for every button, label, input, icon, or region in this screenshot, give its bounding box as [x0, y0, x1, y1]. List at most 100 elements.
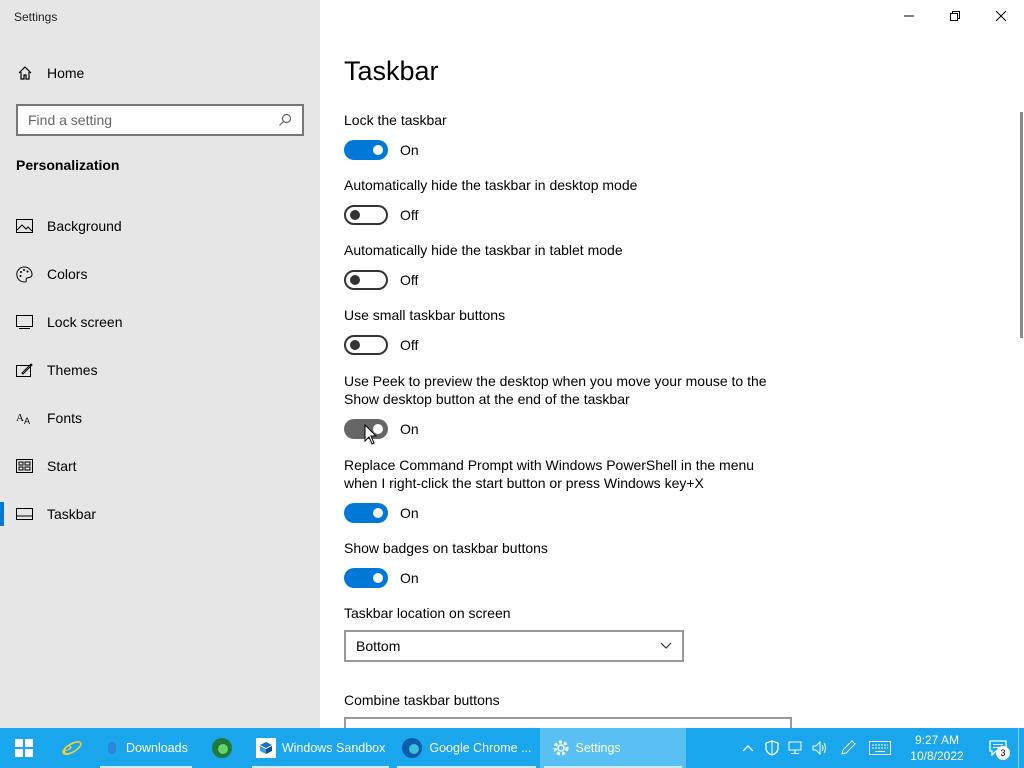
toggle-knob	[350, 340, 360, 350]
taskbar-app-label: Windows Sandbox	[281, 741, 386, 755]
folder-icon	[108, 742, 116, 754]
minimize-button[interactable]	[886, 0, 932, 32]
network-tray-button[interactable]	[784, 728, 808, 768]
taskbar: e Downloads Windows Sandbox Google Chrom…	[0, 728, 1024, 768]
setting-label: Automatically hide the taskbar in tablet…	[344, 242, 623, 258]
sidebar-item-label: Start	[47, 458, 77, 474]
setting-small-buttons: Use small taskbar buttons Off	[344, 306, 804, 355]
sidebar-item-label: Taskbar	[47, 506, 97, 522]
setting-autohide-tablet: Automatically hide the taskbar in tablet…	[344, 241, 804, 290]
badges-toggle[interactable]	[344, 568, 388, 588]
windows-logo-icon	[15, 739, 33, 757]
shield-icon	[765, 740, 779, 756]
setting-label: Lock the taskbar	[344, 112, 447, 128]
toggle-knob	[373, 145, 383, 155]
small-buttons-toggle[interactable]	[344, 335, 388, 355]
sidebar-nav: Background Colors Lock screen Themes AA …	[0, 202, 320, 538]
taskbar-icon	[16, 508, 33, 520]
setting-peek: Use Peek to preview the desktop when you…	[344, 372, 784, 439]
autohide-tablet-toggle[interactable]	[344, 270, 388, 290]
sidebar-item-start[interactable]: Start	[0, 442, 320, 490]
lock-taskbar-toggle[interactable]	[344, 140, 388, 160]
setting-lock-taskbar: Lock the taskbar On	[344, 111, 804, 160]
window-caption-buttons	[886, 0, 1024, 32]
sidebar-item-label: Colors	[47, 266, 88, 282]
scrollbar-thumb[interactable]	[1020, 112, 1023, 338]
powershell-toggle[interactable]	[344, 503, 388, 523]
pen-tray-button[interactable]	[832, 728, 864, 768]
taskbar-app-windows-sandbox[interactable]: Windows Sandbox	[248, 728, 394, 768]
action-center-button[interactable]: 3	[978, 728, 1018, 768]
sidebar-item-label: Lock screen	[47, 314, 123, 330]
restore-icon	[950, 11, 960, 21]
sidebar-item-label: Background	[47, 218, 122, 234]
minimize-icon	[904, 15, 914, 17]
themes-icon	[16, 362, 33, 377]
background-icon	[16, 219, 33, 233]
start-button[interactable]	[0, 728, 48, 768]
home-label: Home	[47, 65, 85, 81]
internet-explorer-icon: e	[62, 738, 82, 759]
setting-label: Combine taskbar buttons	[344, 692, 500, 708]
taskbar-app-label: Google Chrome ...	[429, 741, 532, 755]
svg-text:A: A	[24, 416, 30, 425]
palette-icon	[16, 265, 33, 282]
setting-location: Taskbar location on screen Bottom	[344, 604, 804, 662]
toggle-state: Off	[400, 337, 419, 353]
keyboard-tray-button[interactable]	[864, 728, 896, 768]
clock[interactable]: 9:27 AM 10/8/2022	[900, 732, 974, 764]
restore-button[interactable]	[932, 0, 978, 32]
network-icon	[788, 741, 802, 754]
sidebar-item-themes[interactable]: Themes	[0, 346, 320, 394]
dropdown-value: Bottom	[356, 638, 401, 654]
sidebar-item-label: Themes	[47, 362, 98, 378]
keyboard-icon	[869, 741, 891, 755]
search-input[interactable]: Find a setting	[16, 104, 304, 136]
mouse-cursor-icon	[364, 424, 378, 445]
show-hidden-icons-button[interactable]	[736, 728, 760, 768]
toggle-state: On	[400, 505, 419, 521]
setting-combine: Combine taskbar buttons	[344, 691, 804, 728]
fonts-icon: AA	[16, 412, 30, 425]
clock-time: 9:27 AM	[914, 733, 960, 747]
sidebar-item-fonts[interactable]: AA Fonts	[0, 394, 320, 442]
taskbar-location-dropdown[interactable]: Bottom	[344, 630, 684, 662]
taskbar-app-downloads[interactable]: Downloads	[96, 728, 196, 768]
autohide-desktop-toggle[interactable]	[344, 205, 388, 225]
toggle-knob	[350, 210, 360, 220]
setting-badges: Show badges on taskbar buttons On	[344, 539, 804, 588]
chevron-up-icon	[742, 745, 754, 752]
start-icon	[16, 459, 33, 473]
clock-date: 10/8/2022	[910, 749, 964, 763]
taskbar-internet-explorer[interactable]: e	[48, 728, 96, 768]
search-placeholder: Find a setting	[28, 112, 113, 128]
sidebar-item-colors[interactable]: Colors	[0, 250, 320, 298]
setting-label: Replace Command Prompt with Windows Powe…	[344, 457, 755, 491]
setting-label: Use small taskbar buttons	[344, 307, 506, 323]
combine-buttons-dropdown[interactable]	[344, 717, 792, 728]
toggle-state: On	[400, 142, 419, 158]
setting-autohide-desktop: Automatically hide the taskbar in deskto…	[344, 176, 804, 225]
pen-icon	[841, 740, 856, 755]
close-button[interactable]	[978, 0, 1024, 32]
system-tray: 9:27 AM 10/8/2022 3	[736, 728, 1024, 768]
sidebar-item-background[interactable]: Background	[0, 202, 320, 250]
sidebar-item-lock-screen[interactable]: Lock screen	[0, 298, 320, 346]
setting-label: Show badges on taskbar buttons	[344, 540, 548, 556]
notification-badge: 3	[996, 746, 1010, 760]
toggle-state: On	[400, 421, 419, 437]
taskbar-edge[interactable]	[196, 728, 248, 768]
toggle-state: On	[400, 570, 419, 586]
sidebar-item-taskbar[interactable]: Taskbar	[0, 490, 320, 538]
app-title: Settings	[14, 10, 58, 24]
volume-tray-button[interactable]	[808, 728, 832, 768]
setting-label: Use Peek to preview the desktop when you…	[344, 373, 767, 407]
taskbar-app-settings[interactable]: Settings	[539, 728, 686, 768]
section-title: Personalization	[16, 157, 120, 173]
home-nav-item[interactable]: Home	[0, 56, 320, 90]
show-desktop-button[interactable]	[1018, 728, 1024, 768]
main-content: Taskbar Lock the taskbar On Automaticall…	[320, 0, 1024, 728]
taskbar-app-google-chrome[interactable]: Google Chrome ...	[393, 728, 539, 768]
setting-label: Automatically hide the taskbar in deskto…	[344, 177, 638, 193]
security-tray-button[interactable]	[760, 728, 784, 768]
